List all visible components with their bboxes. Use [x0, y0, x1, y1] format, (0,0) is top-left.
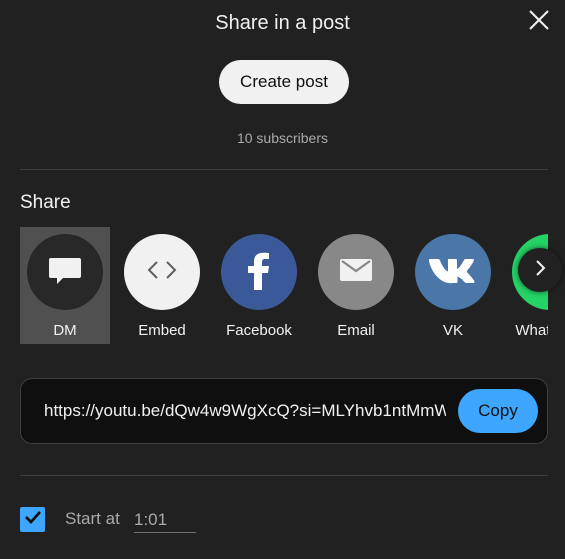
checkmark-icon — [23, 507, 43, 532]
dialog-title: Share in a post — [215, 12, 350, 34]
vk-icon — [427, 250, 479, 295]
share-target-vk[interactable]: VK — [408, 227, 498, 344]
share-target-label: Email — [337, 322, 375, 339]
share-target-email[interactable]: Email — [311, 227, 401, 344]
share-url-field[interactable]: https://youtu.be/dQw4w9WgXcQ?si=MLYhvb1n… — [44, 401, 446, 421]
subscriber-count: 10 subscribers — [236, 130, 329, 146]
code-icon — [142, 250, 182, 295]
email-button-circle — [318, 234, 394, 310]
start-at-time-input[interactable] — [134, 508, 196, 533]
share-targets-carousel: DM Embed Facebook Email VK What — [20, 227, 548, 344]
share-target-label: DM — [53, 322, 77, 339]
share-target-label: Embed — [138, 322, 186, 339]
chevron-right-icon — [530, 258, 550, 283]
start-at-checkbox[interactable] — [20, 507, 45, 532]
start-at-label: Start at — [65, 509, 120, 528]
email-icon — [336, 250, 376, 295]
share-target-dm[interactable]: DM — [20, 227, 110, 344]
share-heading: Share — [20, 192, 71, 213]
share-dialog: Share in a post Create post 10 subscribe… — [0, 0, 565, 559]
dm-button-circle — [27, 234, 103, 310]
share-target-label: Facebook — [226, 322, 292, 339]
facebook-button-circle — [221, 234, 297, 310]
create-post-button[interactable]: Create post — [219, 60, 349, 104]
share-target-embed[interactable]: Embed — [117, 227, 207, 344]
chat-bubble-icon — [45, 250, 85, 295]
share-url-box: https://youtu.be/dQw4w9WgXcQ?si=MLYhvb1n… — [20, 378, 548, 444]
facebook-icon — [239, 246, 279, 299]
divider — [20, 169, 548, 170]
copy-button[interactable]: Copy — [458, 389, 538, 433]
divider — [20, 475, 548, 476]
share-target-facebook[interactable]: Facebook — [214, 227, 304, 344]
close-icon[interactable] — [525, 6, 553, 34]
share-target-label: VK — [442, 322, 463, 339]
next-targets-button[interactable] — [518, 248, 562, 292]
embed-button-circle — [124, 234, 200, 310]
vk-button-circle — [415, 234, 491, 310]
share-target-label: WhatsApp — [515, 322, 548, 339]
